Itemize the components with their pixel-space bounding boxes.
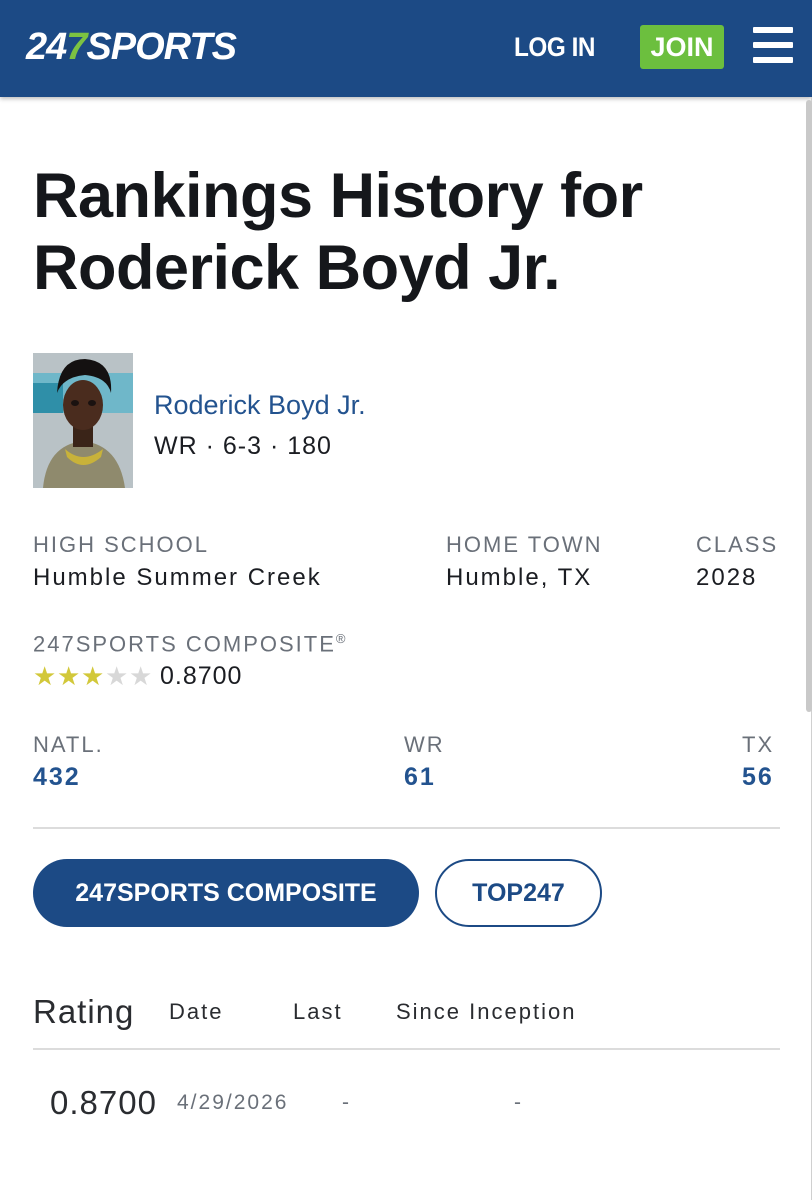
login-link[interactable]: LOG IN bbox=[514, 30, 595, 64]
row-date-value: 4/29/2026 bbox=[177, 1091, 289, 1114]
player-photo[interactable] bbox=[33, 353, 133, 488]
table-header-divider bbox=[33, 1048, 780, 1050]
player-photo-image bbox=[33, 353, 133, 488]
logo-number-part: 24 bbox=[26, 25, 67, 68]
state-rank-label: TX bbox=[742, 732, 775, 757]
star-filled-icon: ★ bbox=[57, 661, 81, 691]
registered-mark: ® bbox=[335, 631, 346, 646]
composite-label-text: 247SPORTS COMPOSITE bbox=[33, 631, 336, 657]
section-divider bbox=[33, 827, 780, 829]
top-nav-bar: 24 7 SPORTS LOG IN JOIN bbox=[0, 0, 812, 97]
star-empty-icon: ★ bbox=[129, 661, 153, 691]
national-rank-value[interactable]: 432 bbox=[33, 763, 81, 792]
star-empty-icon: ★ bbox=[105, 661, 129, 691]
column-header-last: Last bbox=[293, 999, 343, 1024]
menu-line bbox=[753, 42, 793, 48]
menu-line bbox=[753, 57, 793, 63]
join-button[interactable]: JOIN bbox=[640, 25, 724, 69]
position-rank-label: WR bbox=[404, 732, 445, 757]
star-filled-icon: ★ bbox=[33, 661, 57, 691]
247sports-logo[interactable]: 24 7 SPORTS bbox=[26, 22, 237, 72]
row-rating-value: 0.8700 bbox=[50, 1084, 157, 1121]
hamburger-menu-icon[interactable] bbox=[753, 27, 793, 63]
composite-label: 247SPORTS COMPOSITE® bbox=[33, 631, 346, 657]
player-position-height-weight: WR · 6-3 · 180 bbox=[154, 432, 332, 460]
position-rank-value[interactable]: 61 bbox=[404, 763, 436, 792]
menu-line bbox=[753, 27, 793, 33]
home-town-value: Humble, TX bbox=[446, 564, 593, 591]
page-title: Rankings History for Roderick Boyd Jr. bbox=[33, 161, 643, 303]
column-header-since-inception: Since Inception bbox=[396, 999, 577, 1024]
national-rank-label: NATL. bbox=[33, 732, 104, 757]
tab-247sports-composite[interactable]: 247SPORTS COMPOSITE bbox=[33, 859, 419, 927]
column-header-date: Date bbox=[169, 999, 224, 1024]
star-rating: ★ ★ ★ ★ ★ bbox=[33, 661, 153, 691]
composite-rating-value: 0.8700 bbox=[160, 662, 243, 690]
row-since-value: - bbox=[514, 1091, 523, 1114]
column-header-rating: Rating bbox=[33, 993, 135, 1030]
class-value: 2028 bbox=[696, 564, 758, 591]
tab-top247[interactable]: TOP247 bbox=[435, 859, 602, 927]
home-town-label: HOME TOWN bbox=[446, 532, 603, 557]
logo-accent-part: 7 bbox=[66, 25, 87, 68]
star-filled-icon: ★ bbox=[81, 661, 105, 691]
row-last-value: - bbox=[342, 1091, 351, 1114]
state-rank-value[interactable]: 56 bbox=[742, 763, 774, 792]
logo-word-part: SPORTS bbox=[86, 25, 237, 68]
high-school-value: Humble Summer Creek bbox=[33, 564, 322, 591]
high-school-label: HIGH SCHOOL bbox=[33, 532, 210, 557]
scrollbar-thumb[interactable] bbox=[806, 100, 812, 712]
class-label: CLASS bbox=[696, 532, 779, 557]
player-name-link[interactable]: Roderick Boyd Jr. bbox=[154, 390, 366, 421]
